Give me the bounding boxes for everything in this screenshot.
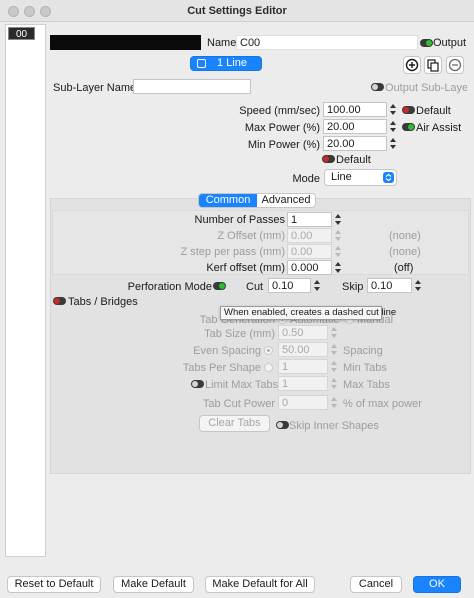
output-toggle[interactable] [420,39,433,47]
tab-cut-power-field[interactable]: 0 [278,395,328,410]
z-step-stepper[interactable] [334,244,343,259]
sublayer-select-button[interactable]: 1 Line [190,56,262,71]
minus-circle-icon [448,58,462,72]
chevron-updown-icon [383,172,394,183]
speed-label: Speed (mm/sec) [239,105,320,117]
tab-size-stepper[interactable] [330,325,339,340]
tab-advanced[interactable]: Advanced [257,194,315,207]
passes-field[interactable]: 1 [287,212,332,227]
min-power-stepper[interactable] [389,136,398,151]
even-spacing-stepper[interactable] [330,342,339,357]
cancel-button[interactable]: Cancel [350,576,402,593]
ok-button[interactable]: OK [413,576,461,593]
mode-select[interactable]: Line [324,169,397,186]
tabs-per-shape-field[interactable]: 1 [278,359,328,374]
z-offset-label: Z Offset (mm) [217,230,285,242]
max-power-label: Max Power (%) [244,122,320,134]
make-default-for-all-button[interactable]: Make Default for All [205,576,315,593]
tabs-bridges-toggle[interactable] [53,297,66,305]
sublayer-name-label: Sub-Layer Name [53,82,137,94]
copy-icon [427,59,439,72]
output-label: Output [433,37,467,49]
mode-label: Mode [292,173,320,185]
min-power-field[interactable]: 20.00 [323,136,387,151]
tab-size-field[interactable]: 0.50 [278,325,328,340]
z-offset-note: (none) [389,230,421,242]
kerf-stepper[interactable] [334,260,343,275]
output-sublayer-label: Output Sub-Layer [385,82,467,94]
even-spacing-field[interactable]: 50.00 [278,342,328,357]
perforation-skip-stepper[interactable] [414,278,423,293]
make-default-button[interactable]: Make Default [113,576,194,593]
layer-list[interactable]: 00 [5,24,46,557]
speed-default-label: Default [416,105,451,117]
limit-max-tabs-stepper[interactable] [330,376,339,391]
tab-cut-power-label: Tab Cut Power [202,398,275,410]
z-step-note: (none) [389,246,421,258]
cut-settings-window: Cut Settings Editor 00 Name C00 Output 1… [0,0,474,598]
max-power-stepper[interactable] [389,119,398,134]
limit-max-tabs-field[interactable]: 1 [278,376,328,391]
limit-max-tabs-label: Limit Max Tabs [205,379,279,391]
plus-circle-icon [405,58,419,72]
even-spacing-label: Even Spacing [193,345,261,357]
duplicate-sublayer-button[interactable] [424,56,442,74]
z-offset-stepper[interactable] [334,228,343,243]
perforation-tooltip: When enabled, creates a dashed cut line [220,306,396,320]
perforation-cut-label: Cut [246,281,264,293]
title-bar[interactable]: Cut Settings Editor [0,0,474,22]
skip-inner-shapes-toggle[interactable] [276,421,289,429]
settings-tabs[interactable]: Common Advanced [198,193,316,208]
limit-max-tabs-toggle[interactable] [191,380,204,388]
speed-default-toggle[interactable] [402,106,415,114]
square-icon [197,59,206,68]
min-tabs-label: Min Tabs [343,362,387,374]
kerf-field[interactable]: 0.000 [287,260,332,275]
kerf-note: (off) [394,262,414,274]
perforation-cut-field[interactable]: 0.10 [268,278,311,293]
z-step-field[interactable]: 0.00 [287,244,332,259]
perforation-skip-label: Skip [342,281,364,293]
tabs-per-shape-label: Tabs Per Shape [182,362,261,374]
name-label: Name [207,37,237,49]
max-power-field[interactable]: 20.00 [323,119,387,134]
air-assist-toggle[interactable] [402,123,415,131]
perforation-label: Perforation Mode [127,281,212,293]
remove-sublayer-button[interactable] [446,56,464,74]
layer-list-item[interactable]: 00 [8,27,35,40]
passes-stepper[interactable] [334,212,343,227]
add-sublayer-button[interactable] [403,56,421,74]
tab-cut-power-stepper[interactable] [330,395,339,410]
reset-to-default-button[interactable]: Reset to Default [7,576,101,593]
speed-field[interactable]: 100.00 [323,102,387,117]
kerf-label: Kerf offset (mm) [206,262,285,274]
max-tabs-label: Max Tabs [343,379,390,391]
passes-label: Number of Passes [194,214,285,226]
tab-size-label: Tab Size (mm) [204,328,275,340]
name-field[interactable]: C00 [236,35,418,50]
layer-color-swatch[interactable] [50,35,201,50]
even-spacing-radio[interactable] [264,346,273,355]
perforation-cut-stepper[interactable] [313,278,322,293]
clear-tabs-button[interactable]: Clear Tabs [199,415,270,432]
tab-common[interactable]: Common [199,194,257,207]
spacing-label: Spacing [343,345,383,357]
z-offset-field[interactable]: 0.00 [287,228,332,243]
skip-inner-shapes-label: Skip Inner Shapes [289,420,379,432]
min-power-label: Min Power (%) [247,139,320,151]
output-sublayer-toggle[interactable] [371,83,384,91]
perforation-toggle[interactable] [213,282,226,290]
tab-cut-power-unit: % of max power [343,398,422,410]
tabs-bridges-label: Tabs / Bridges [68,296,138,308]
z-step-label: Z step per pass (mm) [180,246,285,258]
window-title: Cut Settings Editor [187,5,287,17]
sublayer-name-field[interactable] [133,79,251,94]
tabs-per-shape-stepper[interactable] [330,359,339,374]
min-power-default-label: Default [336,154,371,166]
speed-stepper[interactable] [389,102,398,117]
min-power-default-toggle[interactable] [322,155,335,163]
perforation-skip-field[interactable]: 0.10 [367,278,412,293]
air-assist-label: Air Assist [416,122,462,134]
tabs-per-shape-radio[interactable] [264,363,273,372]
